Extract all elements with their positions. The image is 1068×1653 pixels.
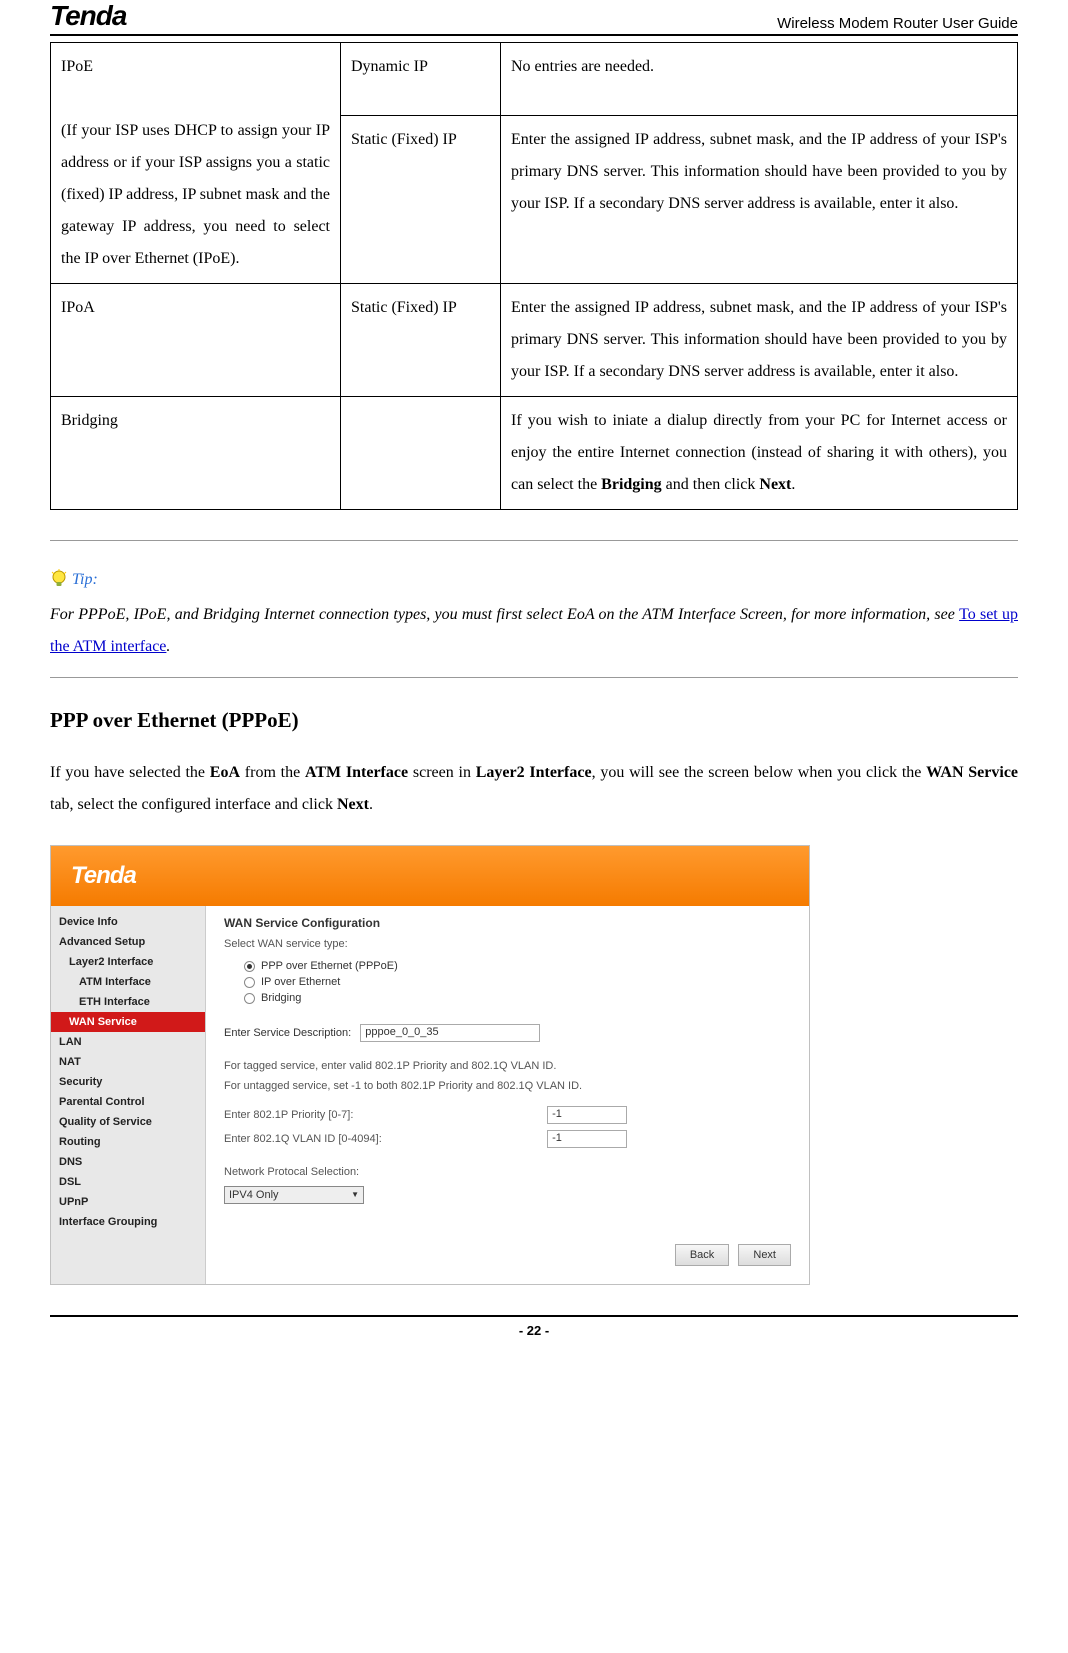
8021p-label: Enter 802.1P Priority [0-7]:: [224, 1109, 544, 1121]
nav-nat[interactable]: NAT: [51, 1052, 205, 1072]
bridging-suffix: .: [791, 476, 795, 493]
radio-ipoe[interactable]: [244, 977, 255, 988]
p-p2: from the: [240, 764, 305, 781]
nav-upnp[interactable]: UPnP: [51, 1192, 205, 1212]
section-heading-pppoe: PPP over Ethernet (PPPoE): [50, 708, 1018, 733]
tip-header: Tip:: [50, 569, 1018, 591]
p-b5: Next: [337, 796, 369, 813]
p-b1: EoA: [210, 764, 240, 781]
cell-bridging-empty: [341, 397, 501, 510]
radio-bridging-label: Bridging: [261, 992, 301, 1004]
bridging-bold2: Next: [759, 476, 791, 493]
ss-banner: Tenda: [51, 846, 809, 906]
vlan-label: Enter 802.1Q VLAN ID [0-4094]:: [224, 1133, 544, 1145]
radio-pppoe-label: PPP over Ethernet (PPPoE): [261, 960, 398, 972]
p-b4: WAN Service: [926, 764, 1018, 781]
cell-bridging: Bridging: [51, 397, 341, 510]
ipoe-title: IPoE: [61, 51, 330, 83]
net-proto-select[interactable]: IPV4 Only: [224, 1186, 364, 1204]
p-p1: If you have selected the: [50, 764, 210, 781]
bridging-bold1: Bridging: [601, 476, 661, 493]
cell-ipoa: IPoA: [51, 284, 341, 397]
ipoe-desc: (If your ISP uses DHCP to assign your IP…: [61, 115, 330, 275]
nav-security[interactable]: Security: [51, 1072, 205, 1092]
radio-row-ipoe[interactable]: IP over Ethernet: [224, 974, 791, 990]
ss-title: WAN Service Configuration: [224, 916, 791, 930]
cell-ipoa-static-label: Static (Fixed) IP: [341, 284, 501, 397]
next-button[interactable]: Next: [738, 1244, 791, 1266]
nav-parental-control[interactable]: Parental Control: [51, 1092, 205, 1112]
ss-select-type-label: Select WAN service type:: [224, 938, 791, 950]
tip-body: For PPPoE, IPoE, and Bridging Internet c…: [50, 599, 1018, 663]
nav-dsl[interactable]: DSL: [51, 1172, 205, 1192]
ss-logo: Tenda: [71, 862, 136, 890]
p-b2: ATM Interface: [305, 764, 408, 781]
p-p4: , you will see the screen below when you…: [592, 764, 927, 781]
8021p-input[interactable]: -1: [547, 1106, 627, 1124]
doc-title: Wireless Modem Router User Guide: [777, 15, 1018, 32]
cell-ipoe: IPoE (If your ISP uses DHCP to assign yo…: [51, 43, 341, 284]
svc-desc-label: Enter Service Description:: [224, 1027, 351, 1039]
tip-body-prefix: For PPPoE, IPoE, and Bridging Internet c…: [50, 606, 959, 623]
nav-device-info[interactable]: Device Info: [51, 912, 205, 932]
p-p6: .: [369, 796, 373, 813]
tip-label: Tip:: [72, 571, 98, 589]
page-number: - 22 -: [50, 1315, 1018, 1338]
cell-ipoa-static-desc: Enter the assigned IP address, subnet ma…: [501, 284, 1018, 397]
p-b3: Layer2 Interface: [476, 764, 592, 781]
bridging-mid: and then click: [662, 476, 760, 493]
cell-ipoe-static-desc: Enter the assigned IP address, subnet ma…: [501, 115, 1018, 283]
p-p5: tab, select the configured interface and…: [50, 796, 337, 813]
net-proto-value: IPV4 Only: [229, 1189, 279, 1201]
nav-interface-grouping[interactable]: Interface Grouping: [51, 1212, 205, 1232]
router-admin-screenshot: Tenda Device Info Advanced Setup Layer2 …: [50, 845, 810, 1285]
radio-row-pppoe[interactable]: PPP over Ethernet (PPPoE): [224, 958, 791, 974]
nav-eth-interface[interactable]: ETH Interface: [51, 992, 205, 1012]
nav-routing[interactable]: Routing: [51, 1132, 205, 1152]
back-button[interactable]: Back: [675, 1244, 729, 1266]
nav-dns[interactable]: DNS: [51, 1152, 205, 1172]
cell-bridging-desc: If you wish to iniate a dialup directly …: [501, 397, 1018, 510]
connection-type-table: IPoE (If your ISP uses DHCP to assign yo…: [50, 42, 1018, 510]
cell-dynamic-ip-desc: No entries are needed.: [501, 43, 1018, 116]
lightbulb-icon: [50, 569, 68, 591]
net-proto-label: Network Protocal Selection:: [224, 1166, 791, 1178]
nav-qos[interactable]: Quality of Service: [51, 1112, 205, 1132]
nav-wan-service[interactable]: WAN Service: [51, 1012, 205, 1032]
cell-dynamic-ip-label: Dynamic IP: [341, 43, 501, 116]
nav-layer2-interface[interactable]: Layer2 Interface: [51, 952, 205, 972]
radio-bridging[interactable]: [244, 993, 255, 1004]
page-header: Tenda Wireless Modem Router User Guide: [50, 0, 1018, 36]
nav-advanced-setup[interactable]: Advanced Setup: [51, 932, 205, 952]
radio-pppoe[interactable]: [244, 961, 255, 972]
cell-ipoe-static-label: Static (Fixed) IP: [341, 115, 501, 283]
tag-note2: For untagged service, set -1 to both 802…: [224, 1080, 791, 1092]
tag-note1: For tagged service, enter valid 802.1P P…: [224, 1060, 791, 1072]
ss-content: WAN Service Configuration Select WAN ser…: [206, 906, 809, 1284]
radio-ipoe-label: IP over Ethernet: [261, 976, 340, 988]
vlan-input[interactable]: -1: [547, 1130, 627, 1148]
tip-section: Tip: For PPPoE, IPoE, and Bridging Inter…: [50, 540, 1018, 678]
ss-sidebar: Device Info Advanced Setup Layer2 Interf…: [51, 906, 206, 1284]
nav-lan[interactable]: LAN: [51, 1032, 205, 1052]
p-p3: screen in: [408, 764, 476, 781]
svc-desc-input[interactable]: pppoe_0_0_35: [360, 1024, 540, 1042]
radio-row-bridging[interactable]: Bridging: [224, 990, 791, 1006]
pppoe-paragraph: If you have selected the EoA from the AT…: [50, 757, 1018, 821]
tip-body-suffix: .: [166, 638, 170, 655]
nav-atm-interface[interactable]: ATM Interface: [51, 972, 205, 992]
ss-button-row: Back Next: [224, 1244, 791, 1266]
brand-logo: Tenda: [50, 0, 126, 32]
